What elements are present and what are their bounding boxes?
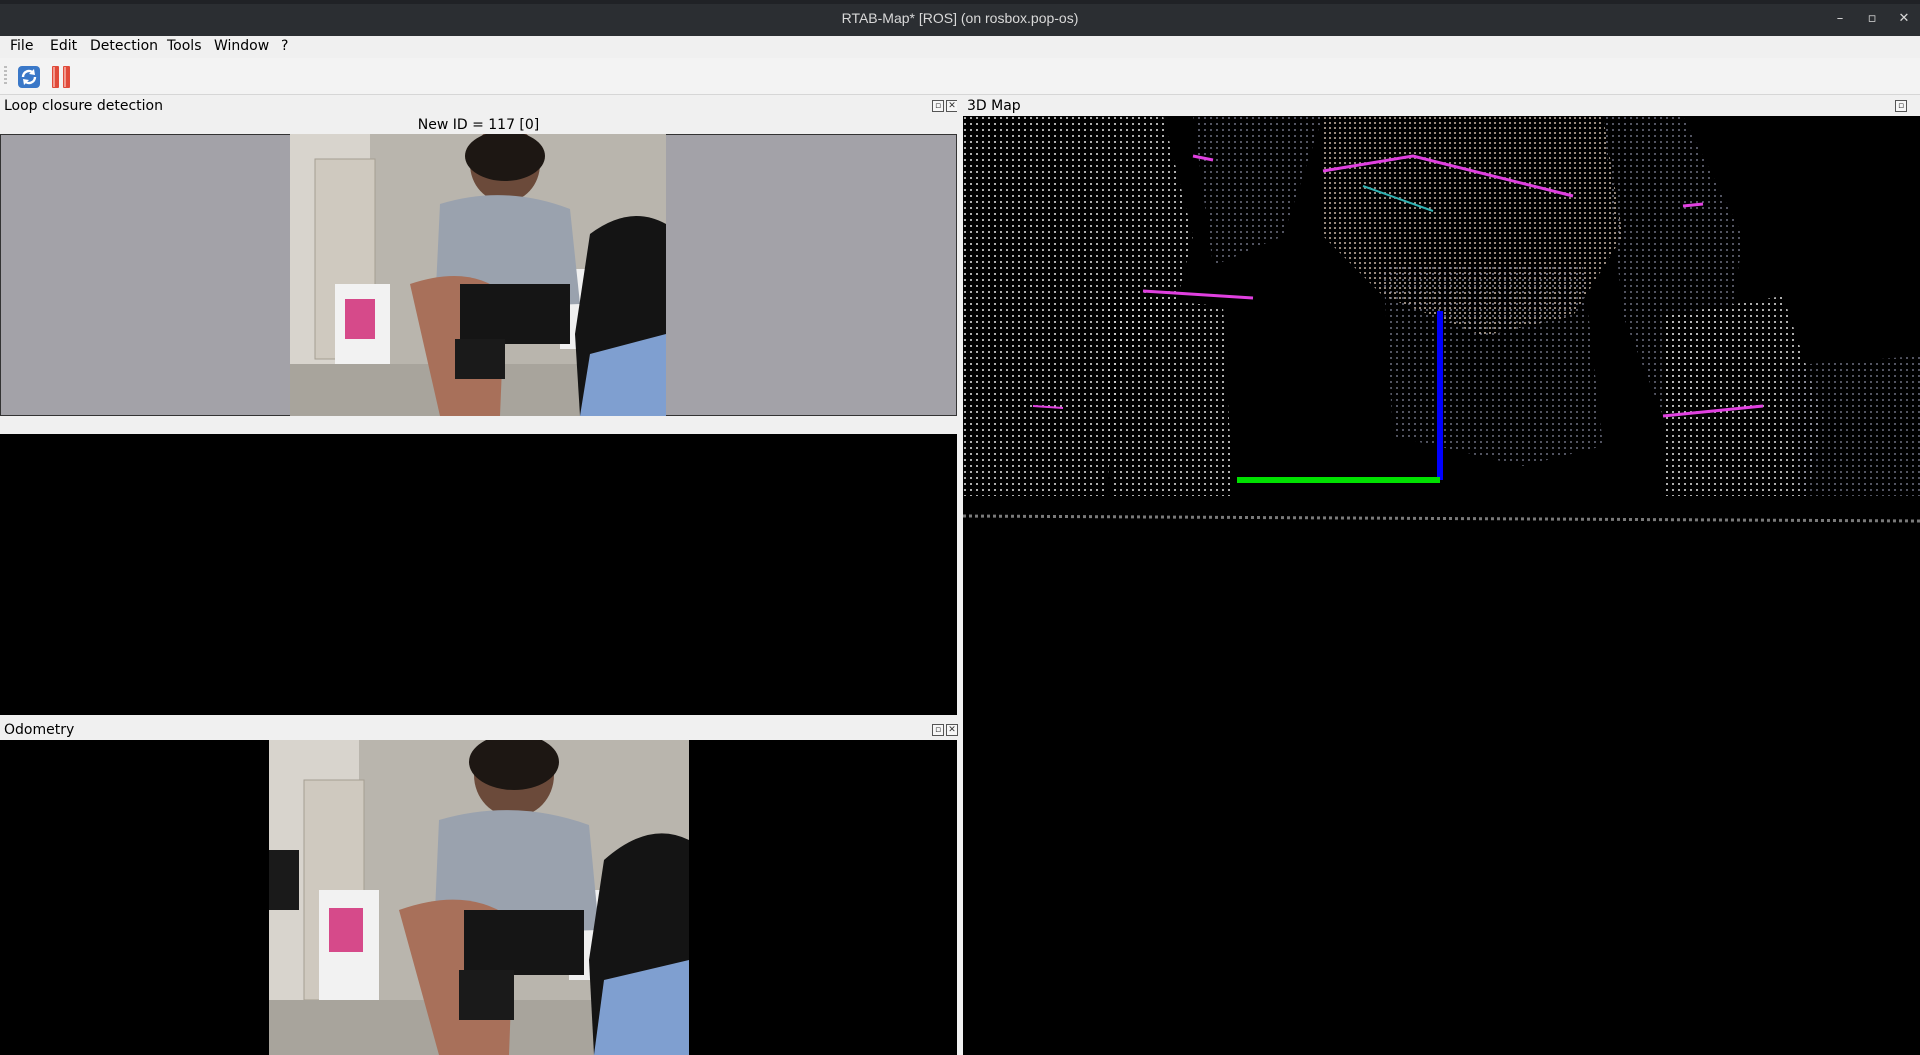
menu-edit[interactable]: Edit (50, 38, 77, 54)
toolbar (0, 58, 1920, 95)
refresh-icon[interactable] (17, 65, 41, 89)
map-3d-view[interactable] (963, 116, 1920, 1055)
float-icon[interactable]: ▫ (932, 100, 944, 112)
menu-window[interactable]: Window (214, 38, 269, 54)
loop-splitter[interactable] (0, 416, 957, 434)
menu-bar: File Edit Detection Tools Window ? (0, 36, 1920, 58)
menu-file[interactable]: File (10, 38, 33, 54)
menu-tools[interactable]: Tools (167, 38, 202, 54)
window-title: RTAB-Map* [ROS] (on rosbox.pop-os) (841, 10, 1079, 26)
loop-panel-title: Loop closure detection (4, 98, 163, 114)
map-panel-dock-buttons: ▫✕ (1893, 100, 1920, 128)
toolbar-grip[interactable] (4, 66, 7, 86)
float-icon[interactable]: ▫ (932, 724, 944, 736)
map-panel-title: 3D Map (967, 98, 1021, 114)
close-button[interactable]: ✕ (1894, 9, 1914, 29)
loop-secondary-view (0, 434, 957, 715)
maximize-button[interactable]: ▫ (1862, 9, 1882, 29)
float-icon[interactable]: ▫ (1895, 100, 1907, 112)
menu-help[interactable]: ? (281, 38, 288, 54)
menu-detection[interactable]: Detection (90, 38, 158, 54)
minimize-button[interactable]: – (1830, 9, 1850, 29)
new-id-label: New ID = 117 [0] (417, 117, 540, 133)
odometry-camera-image (269, 740, 689, 1055)
loop-camera-image (290, 134, 666, 416)
odometry-panel-title: Odometry (4, 722, 75, 738)
loop-panel-dock-buttons: ▫ ✕ (930, 100, 958, 112)
odometry-panel-dock-buttons: ▫ ✕ (930, 724, 958, 736)
close-icon[interactable]: ✕ (946, 724, 958, 736)
window-titlebar: RTAB-Map* [ROS] (on rosbox.pop-os) – ▫ ✕ (0, 0, 1920, 36)
pause-icon[interactable] (50, 64, 72, 90)
